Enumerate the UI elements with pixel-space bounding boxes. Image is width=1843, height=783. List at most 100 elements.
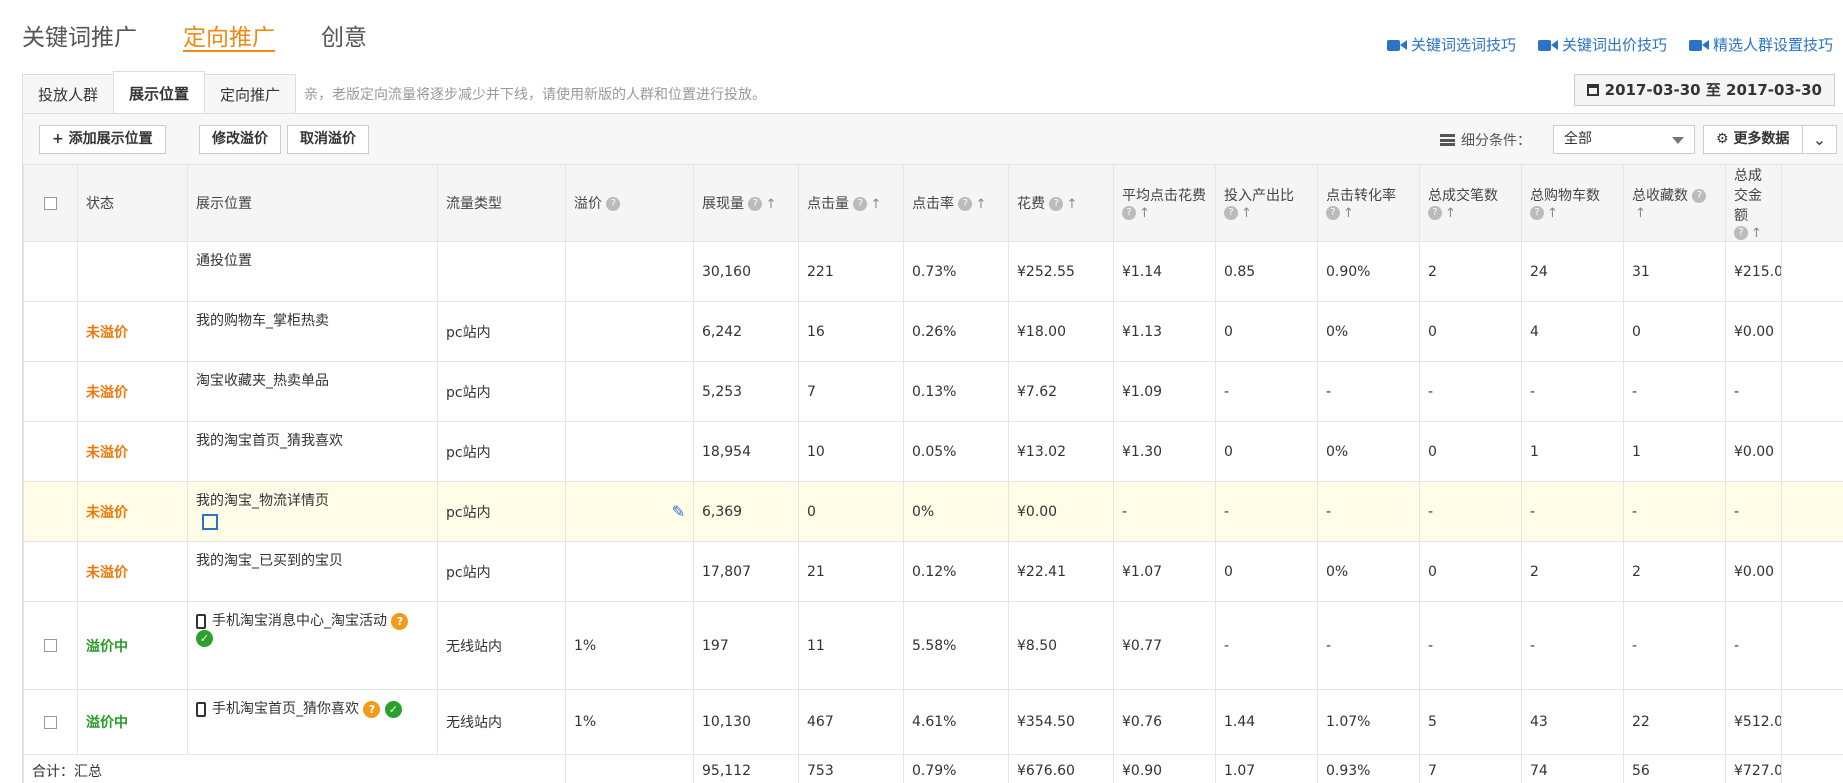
table-row: 未溢价 我的淘宝_已买到的宝贝 pc站内 17,807 21 0.12% ¥22…	[23, 541, 1843, 602]
sort-icon[interactable]: ↑	[975, 197, 986, 212]
edit-pencil-icon[interactable]: ✎	[672, 502, 685, 521]
modify-premium-button[interactable]: 修改溢价	[199, 125, 281, 154]
placement-name: 我的淘宝首页_猜我喜欢	[187, 421, 438, 482]
help-icon[interactable]: ?	[1530, 206, 1544, 220]
help-link-keyword-bid[interactable]: 关键词出价技巧	[1537, 34, 1667, 55]
placement-name: 手机淘宝首页_猜你喜欢	[212, 701, 359, 717]
help-icon[interactable]: ?	[958, 197, 973, 211]
gear-icon: ⚙	[1716, 131, 1729, 147]
row-checkbox[interactable]	[44, 639, 57, 652]
help-icon[interactable]: ?	[391, 612, 409, 630]
check-icon: ✓	[196, 630, 213, 647]
col-traffic-type: 流量类型	[437, 164, 566, 242]
date-range-text: 2017-03-30 至 2017-03-30	[1604, 81, 1822, 99]
list-icon	[1440, 134, 1455, 146]
status-badge: 未溢价	[77, 301, 188, 362]
subtab-placement[interactable]: 展示位置	[113, 71, 206, 113]
sort-icon[interactable]: ↑	[1241, 206, 1252, 221]
help-icon[interactable]: ?	[1692, 189, 1707, 203]
placement-name: 手机淘宝消息中心_淘宝活动	[212, 613, 387, 629]
sort-icon[interactable]: ↑	[1635, 206, 1646, 221]
toolbar: + 添加展示位置 修改溢价 取消溢价 细分条件： 全部 ⚙ 更多数据 ⌄	[23, 114, 1843, 164]
data-panel: + 添加展示位置 修改溢价 取消溢价 细分条件： 全部 ⚙ 更多数据 ⌄ 状态 …	[22, 113, 1843, 783]
col-orders[interactable]: 总成交笔数? ↑	[1419, 164, 1522, 242]
help-link-audience[interactable]: 精选人群设置技巧	[1688, 34, 1833, 55]
sort-icon[interactable]: ↑	[870, 197, 881, 212]
mobile-icon	[196, 701, 206, 717]
table-row: 溢价中 手机淘宝首页_猜你喜欢 ? ✓ 无线站内 1% 10,130 467 4…	[23, 689, 1843, 755]
table-row: 溢价中 手机淘宝消息中心_淘宝活动 ? ✓ 无线站内 1% 197 11 5.5…	[23, 601, 1843, 690]
col-clicks[interactable]: 点击量 ? ↑	[798, 164, 904, 242]
video-camera-icon	[1537, 39, 1558, 51]
col-roi[interactable]: 投入产出比? ↑	[1215, 164, 1318, 242]
col-ctr[interactable]: 点击率 ? ↑	[903, 164, 1009, 242]
help-icon[interactable]: ?	[1224, 206, 1238, 220]
select-all-checkbox[interactable]	[44, 196, 57, 210]
table-row: 未溢价 我的淘宝首页_猜我喜欢 pc站内 18,954 10 0.05% ¥13…	[23, 421, 1843, 482]
help-icon[interactable]: ?	[1122, 206, 1136, 220]
more-data-button[interactable]: ⚙ 更多数据	[1703, 125, 1803, 154]
sub-tabs: 投放人群 展示位置 定向推广	[22, 71, 297, 114]
col-premium: 溢价 ?	[565, 164, 694, 242]
sort-icon[interactable]: ↑	[1066, 197, 1077, 212]
calendar-icon	[1586, 84, 1599, 96]
placement-name: 淘宝收藏夹_热卖单品	[187, 361, 438, 422]
col-cpc[interactable]: 平均点击花费? ↑	[1113, 164, 1216, 242]
subtab-audience[interactable]: 投放人群	[22, 74, 115, 114]
col-cart[interactable]: 总购物车数? ↑	[1521, 164, 1624, 242]
help-icon[interactable]: ?	[748, 197, 763, 211]
help-icon[interactable]: ?	[1049, 197, 1064, 211]
placement-name: 我的淘宝_物流详情页	[196, 493, 329, 509]
table-header-row: 状态 展示位置 流量类型 溢价 ? 展现量 ? ↑ 点击量 ? ↑ 点击率 ? ↑ 花…	[23, 164, 1843, 242]
video-camera-icon	[1386, 39, 1407, 51]
help-icon[interactable]: ?	[1734, 226, 1748, 240]
more-data-dropdown[interactable]: ⌄	[1803, 125, 1837, 154]
placement-name: 通投位置	[187, 241, 438, 302]
select-all-checkbox-cell[interactable]	[23, 164, 78, 242]
chevron-down-icon: ⌄	[1812, 130, 1827, 149]
sort-icon[interactable]: ↑	[1547, 206, 1558, 221]
placement-table: 状态 展示位置 流量类型 溢价 ? 展现量 ? ↑ 点击量 ? ↑ 点击率 ? ↑ 花…	[23, 164, 1843, 783]
table-row-highlighted: 未溢价 我的淘宝_物流详情页 pc站内 ✎ 6,369 0 0% ¥0.00 -…	[23, 481, 1843, 542]
help-link-keyword-select[interactable]: 关键词选词技巧	[1386, 34, 1516, 55]
col-extra	[1781, 164, 1843, 242]
date-range-picker[interactable]: 2017-03-30 至 2017-03-30	[1573, 74, 1835, 106]
help-icon[interactable]: ?	[1428, 206, 1442, 220]
top-tabs: 关键词推广 定向推广 创意	[22, 14, 367, 54]
table-row: 通投位置 30,160 221 0.73% ¥252.55 ¥1.14 0.85…	[23, 241, 1843, 302]
table-row: 未溢价 淘宝收藏夹_热卖单品 pc站内 5,253 7 0.13% ¥7.62 …	[23, 361, 1843, 422]
help-icon[interactable]: ?	[363, 700, 381, 718]
col-cvr[interactable]: 点击转化率? ↑	[1317, 164, 1420, 242]
mobile-icon	[196, 613, 206, 629]
notice-text: 亲，老版定向流量将逐步减少并下线，请使用新版的人群和位置进行投放。	[304, 87, 766, 103]
tab-keyword-promo[interactable]: 关键词推广	[22, 14, 137, 54]
check-icon: ✓	[384, 700, 402, 718]
row-checkbox[interactable]	[44, 715, 57, 729]
sort-icon[interactable]: ↑	[1139, 206, 1150, 221]
table-row: 未溢价 我的购物车_掌柜热卖 pc站内 6,242 16 0.26% ¥18.0…	[23, 301, 1843, 362]
tab-targeted-promo[interactable]: 定向推广	[183, 14, 275, 52]
sort-icon[interactable]: ↑	[1751, 226, 1762, 241]
cancel-premium-button[interactable]: 取消溢价	[287, 125, 369, 154]
help-icon[interactable]: ?	[1326, 206, 1340, 220]
col-cost[interactable]: 花费 ? ↑	[1008, 164, 1114, 242]
total-label: 合计：汇总	[23, 754, 566, 783]
tab-creative[interactable]: 创意	[321, 14, 367, 54]
help-icon[interactable]: ?	[606, 197, 621, 211]
placement-name: 我的淘宝_已买到的宝贝	[187, 541, 438, 602]
sort-icon[interactable]: ↑	[1343, 206, 1354, 221]
col-impressions[interactable]: 展现量 ? ↑	[693, 164, 799, 242]
sort-icon[interactable]: ↑	[765, 197, 776, 212]
placement-name: 我的购物车_掌柜热卖	[187, 301, 438, 362]
col-status: 状态	[77, 164, 188, 242]
status-badge: 未溢价	[77, 421, 188, 482]
filter-select[interactable]: 全部	[1553, 125, 1695, 154]
help-icon[interactable]: ?	[853, 197, 868, 211]
col-favorites[interactable]: 总收藏数 ? ↑	[1623, 164, 1726, 242]
subtab-targeted[interactable]: 定向推广	[204, 74, 297, 114]
table-total-row: 合计：汇总 95,112 753 0.79% ¥676.60 ¥0.90 1.0…	[23, 754, 1843, 783]
col-amount[interactable]: 总成交金额? ↑	[1725, 164, 1782, 242]
add-placement-button[interactable]: + 添加展示位置	[39, 125, 166, 154]
sort-icon[interactable]: ↑	[1445, 206, 1456, 221]
preview-icon[interactable]	[202, 514, 218, 530]
